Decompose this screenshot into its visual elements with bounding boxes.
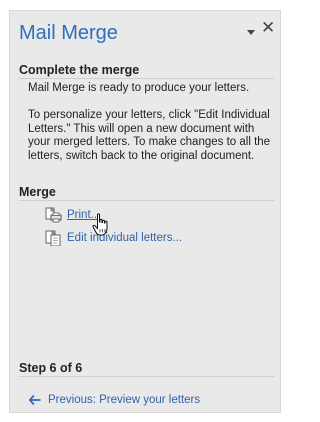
personalize-text: To personalize your letters, click "Edit… xyxy=(28,109,271,162)
arrow-left-icon xyxy=(29,395,41,405)
hand-pointer-cursor-icon xyxy=(92,213,108,236)
previous-step-link[interactable]: Previous: Preview your letters xyxy=(29,393,200,407)
previous-step-label[interactable]: Previous: Preview your letters xyxy=(48,394,200,406)
mail-merge-pane: Mail Merge ✕ Complete the merge Mail Mer… xyxy=(9,10,281,413)
complete-merge-heading: Complete the merge xyxy=(19,63,140,77)
pane-title: Mail Merge xyxy=(19,22,118,44)
section-divider xyxy=(19,376,274,377)
print-icon xyxy=(45,207,62,223)
edit-letters-icon xyxy=(45,230,61,246)
close-icon[interactable]: ✕ xyxy=(261,19,275,36)
merge-heading: Merge xyxy=(19,185,56,199)
section-divider xyxy=(19,200,274,201)
edit-letters-link[interactable]: Edit individual letters... xyxy=(67,232,182,244)
edit-letters-action[interactable]: Edit individual letters... xyxy=(44,230,182,246)
pane-options-dropdown-icon[interactable] xyxy=(247,30,255,35)
section-divider xyxy=(19,78,274,79)
ready-text: Mail Merge is ready to produce your lett… xyxy=(28,82,250,94)
step-indicator: Step 6 of 6 xyxy=(19,361,83,375)
